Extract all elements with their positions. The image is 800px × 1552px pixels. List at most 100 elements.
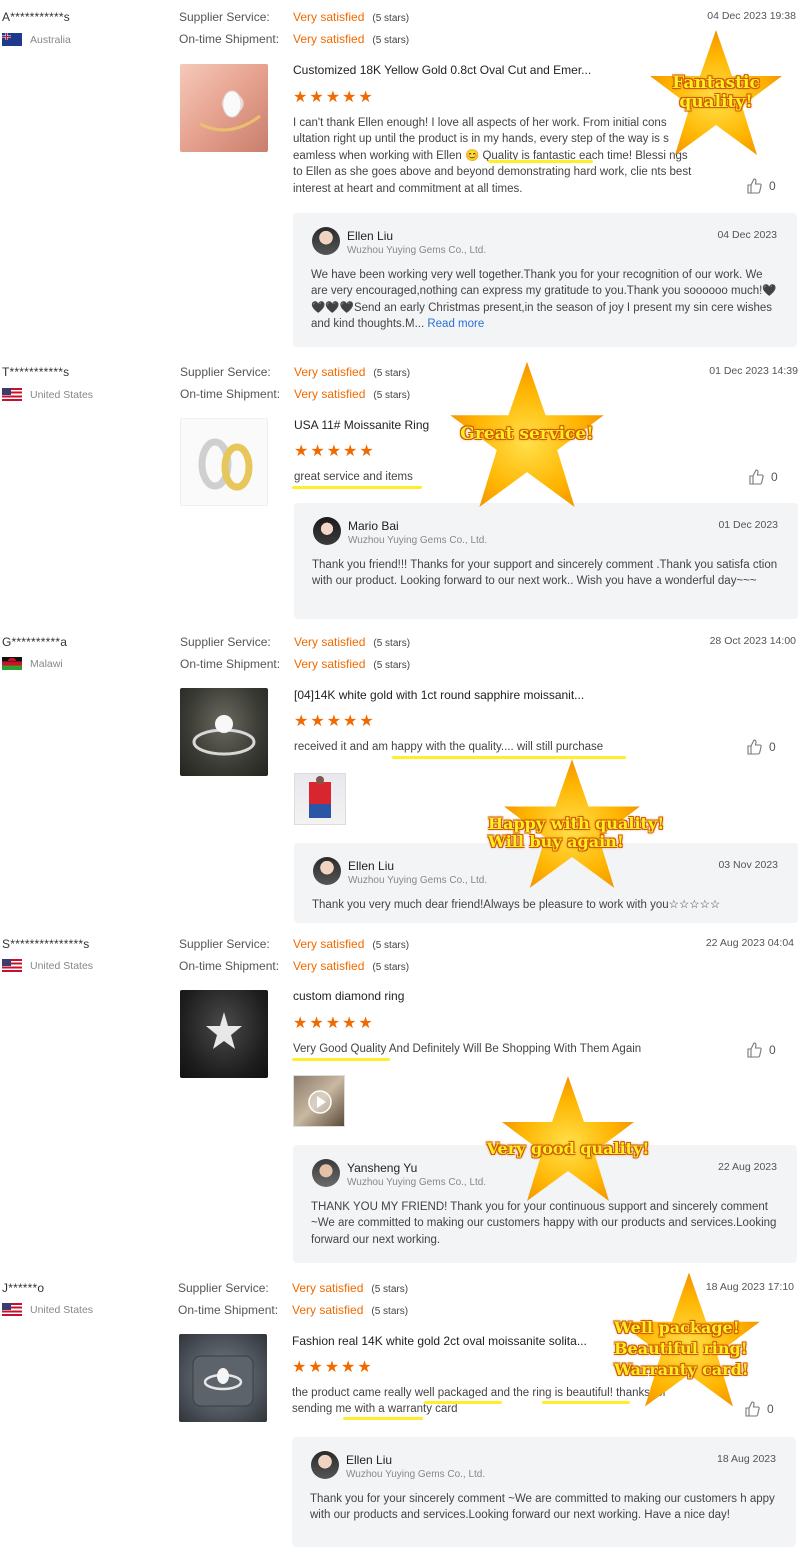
star-icon: ★ xyxy=(309,1015,324,1032)
rating-stars: ★ ★ ★ ★ ★ xyxy=(293,90,373,106)
ring-image xyxy=(198,438,253,491)
review-text: I can't thank Ellen enough! I love all a… xyxy=(293,117,692,195)
badge-text: Very good quality! xyxy=(486,1139,650,1158)
review-date: 22 Aug 2023 04:04 xyxy=(705,937,794,949)
review-date: 04 Dec 2023 19:38 xyxy=(707,10,796,22)
buyer-name: S***************s xyxy=(2,937,90,951)
play-icon xyxy=(308,1090,332,1114)
star-icon: ★ xyxy=(342,89,357,106)
product-title[interactable]: Fashion real 14K white gold 2ct oval moi… xyxy=(292,1334,587,1348)
buyer-name: J******o xyxy=(2,1281,45,1295)
product-thumbnail[interactable] xyxy=(180,64,268,152)
highlight-underline xyxy=(424,1401,502,1404)
highlight-underline xyxy=(488,160,593,163)
shipment-label: On-time Shipment: xyxy=(179,959,280,973)
country-label: United States xyxy=(30,959,94,972)
thumbs-up-icon xyxy=(747,739,762,755)
buyer-name: T***********s xyxy=(2,365,70,379)
supplier-service-label: Supplier Service: xyxy=(180,365,271,379)
star-icon: ★ xyxy=(359,713,374,730)
badge-text: Happy with quality! Will buy again! xyxy=(488,814,665,851)
shipment-label: On-time Shipment: xyxy=(179,32,280,46)
review-text: received it and am happy with the qualit… xyxy=(294,741,604,753)
shipment-value: Very satisfied xyxy=(293,959,365,973)
usa-flag-icon xyxy=(2,1303,22,1316)
read-more-link[interactable]: Read more xyxy=(427,318,484,330)
highlight-underline xyxy=(292,486,422,489)
shipment-value: Very satisfied xyxy=(293,32,365,46)
star-icon: ★ xyxy=(294,443,309,460)
supplier-service-stars: (5 stars) xyxy=(372,13,410,24)
supplier-service-value: Very satisfied xyxy=(292,1281,364,1295)
reply-author: Ellen Liu xyxy=(346,1453,393,1467)
thumbs-up-icon xyxy=(749,469,764,485)
reply-date: 22 Aug 2023 xyxy=(718,1161,777,1173)
avatar xyxy=(312,227,340,255)
like-button[interactable]: 0 xyxy=(746,178,776,194)
reply-date: 18 Aug 2023 xyxy=(717,1453,776,1465)
star-icon: ★ xyxy=(325,1015,341,1032)
australia-flag-icon xyxy=(2,33,22,46)
star-icon: ★ xyxy=(293,1015,308,1032)
ring-image xyxy=(192,1355,254,1407)
reply-company: Wuzhou Yuying Gems Co., Ltd. xyxy=(347,245,487,256)
reply-date: 03 Nov 2023 xyxy=(718,859,778,871)
reply-text: Thank you friend!!! Thanks for your supp… xyxy=(312,559,778,588)
supplier-service-label: Supplier Service: xyxy=(180,635,271,649)
photo-image xyxy=(309,776,331,818)
supplier-reply: Ellen Liu Wuzhou Yuying Gems Co., Ltd. 1… xyxy=(292,1437,796,1547)
star-badge: Well package! Beautiful ring! Warranty c… xyxy=(614,1265,762,1415)
supplier-service-rating: Supplier Service: Very satisfied (5 star… xyxy=(178,1281,408,1295)
star-badge: Very good quality! xyxy=(487,1074,649,1204)
review-date: 28 Oct 2023 14:00 xyxy=(709,635,796,647)
like-count: 0 xyxy=(771,470,778,484)
star-icon: ★ xyxy=(358,89,373,106)
star-icon: ★ xyxy=(310,443,325,460)
rating-stars: ★ ★ ★ ★ ★ xyxy=(294,444,374,460)
usa-flag-icon xyxy=(2,388,22,401)
product-title[interactable]: USA 11# Moissanite Ring xyxy=(294,418,429,432)
shipment-value: Very satisfied xyxy=(294,657,366,671)
shipment-stars: (5 stars) xyxy=(372,962,410,973)
avatar xyxy=(313,517,341,545)
supplier-service-rating: Supplier Service: Very satisfied (5 star… xyxy=(180,635,410,649)
product-thumbnail[interactable] xyxy=(180,418,268,506)
star-icon: ★ xyxy=(294,713,309,730)
product-title[interactable]: custom diamond ring xyxy=(293,989,404,1003)
product-thumbnail[interactable] xyxy=(180,688,268,776)
like-count: 0 xyxy=(767,1402,774,1416)
shipment-value: Very satisfied xyxy=(292,1303,364,1317)
product-title[interactable]: Customized 18K Yellow Gold 0.8ct Oval Cu… xyxy=(293,63,591,77)
buyer-country: United States xyxy=(2,1303,93,1316)
product-thumbnail[interactable] xyxy=(179,1334,267,1422)
like-button[interactable]: 0 xyxy=(748,469,778,485)
product-title[interactable]: [04]14K white gold with 1ct round sapphi… xyxy=(294,688,584,702)
avatar xyxy=(311,1451,339,1479)
badge-text: Great service! xyxy=(460,424,594,444)
shipment-label: On-time Shipment: xyxy=(178,1303,279,1317)
rating-stars: ★ ★ ★ ★ ★ xyxy=(292,1360,372,1376)
like-button[interactable]: 0 xyxy=(746,739,776,755)
review-card: G**********a Malawi Supplier Service: Ve… xyxy=(0,625,800,930)
review-photo[interactable] xyxy=(294,773,346,825)
supplier-service-label: Supplier Service: xyxy=(179,937,270,951)
badge-text: Well package! Beautiful ring! Warranty c… xyxy=(614,1318,749,1379)
highlight-underline xyxy=(343,1417,423,1420)
like-button[interactable]: 0 xyxy=(746,1042,776,1058)
star-icon: ★ xyxy=(326,713,342,730)
review-video[interactable] xyxy=(293,1075,345,1127)
country-label: Malawi xyxy=(30,657,63,670)
star-icon: ★ xyxy=(324,1359,340,1376)
supplier-service-rating: Supplier Service: Very satisfied (5 star… xyxy=(180,365,410,379)
supplier-service-label: Supplier Service: xyxy=(179,10,270,24)
buyer-name: A***********s xyxy=(2,10,70,24)
reply-company: Wuzhou Yuying Gems Co., Ltd. xyxy=(348,535,488,546)
supplier-service-value: Very satisfied xyxy=(293,10,365,24)
country-label: Australia xyxy=(30,33,71,46)
reply-text-body: We have been working very well together.… xyxy=(311,269,777,331)
product-thumbnail[interactable] xyxy=(180,990,268,1078)
supplier-service-stars: (5 stars) xyxy=(373,368,411,379)
supplier-service-stars: (5 stars) xyxy=(372,940,410,951)
supplier-service-value: Very satisfied xyxy=(293,937,365,951)
ring-image xyxy=(206,1012,242,1049)
